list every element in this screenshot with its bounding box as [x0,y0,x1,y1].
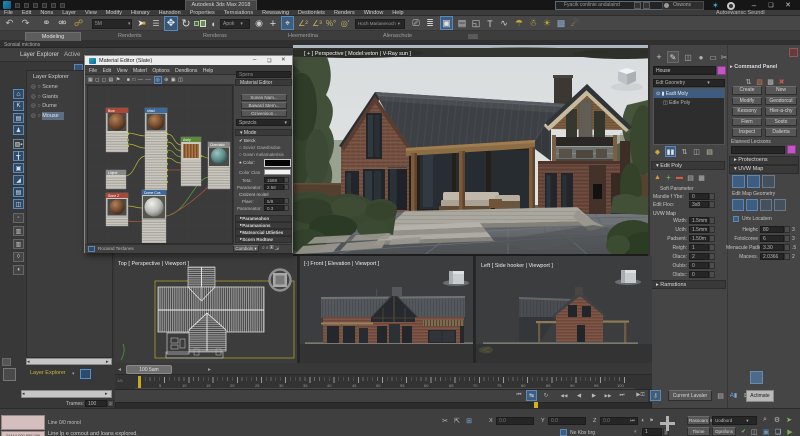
svg-text:Liqind: Liqind [108,171,117,175]
svg-text:Cizecialic: Cizecialic [210,143,225,147]
svg-text:Sone 2: Sone 2 [108,194,119,198]
svg-text:Asrly: Asrly [183,138,191,142]
svg-text:Bow: Bow [108,109,115,113]
svg-text:Dome Cos: Dome Cos [144,191,161,195]
svg-text:sftad: sftad [147,109,155,113]
